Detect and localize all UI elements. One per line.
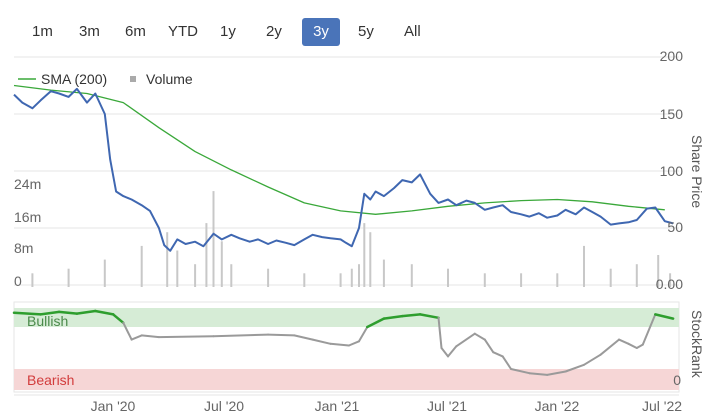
volume-bar <box>350 268 353 287</box>
volume-bar <box>410 264 413 287</box>
stockrank-segment <box>455 332 476 348</box>
stockrank-segment <box>212 333 270 338</box>
stockrank-segment <box>599 338 620 356</box>
volume-bar <box>303 273 306 287</box>
stockrank-segment <box>447 345 458 358</box>
legend[interactable]: SMA (200) Volume <box>18 71 193 87</box>
bullish-band <box>14 308 679 327</box>
price-tick-50: 50 <box>667 219 683 235</box>
volume-bar <box>230 264 233 287</box>
price-lines <box>13 84 674 252</box>
x-tick-jul-20: Jul '20 <box>204 398 244 414</box>
stockrank-segment <box>12 311 42 316</box>
stockrank-segment <box>627 342 638 349</box>
x-tick-jul-22: Jul '22 <box>642 398 682 414</box>
stockrank-segment <box>618 338 630 345</box>
volume-bar <box>339 273 342 287</box>
volume-bar <box>363 223 366 287</box>
x-tick-jan-22: Jan '22 <box>535 398 580 414</box>
volume-bar <box>205 223 208 287</box>
bullish-label: Bullish <box>27 313 68 329</box>
share-price-axis-title: Share Price <box>689 135 705 208</box>
stockrank-segment <box>483 338 495 354</box>
volume-bar <box>382 259 385 287</box>
volume-bar <box>267 268 270 287</box>
volume-bar <box>194 264 197 287</box>
stockrank-segment <box>157 335 215 339</box>
volume-tick-24m: 24m <box>14 176 41 192</box>
volume-tick-8m: 8m <box>14 240 33 256</box>
stockrank-tick-0: 0 <box>673 372 681 388</box>
sma-legend-label[interactable]: SMA (200) <box>41 71 107 87</box>
share-price-line <box>13 87 674 252</box>
volume-bar <box>103 259 106 287</box>
stockrank-segment <box>401 313 422 318</box>
volume-bar <box>358 264 360 287</box>
x-tick-jul-21: Jul '21 <box>427 398 467 414</box>
stockrank-segment <box>347 340 360 347</box>
volume-bar <box>140 245 143 287</box>
stockrank-segment <box>329 342 350 347</box>
stockrank-segment <box>130 334 143 341</box>
stockrank-segment <box>583 353 602 366</box>
volume-bar <box>447 268 449 287</box>
x-axis: Jan '20 Jul '20 Jan '21 Jul '21 Jan '22 … <box>14 394 682 414</box>
stockrank-segment <box>267 333 296 337</box>
volume-legend-square <box>130 76 136 82</box>
volume-bar <box>220 241 223 287</box>
price-grid <box>14 56 679 286</box>
volume-bar <box>483 273 486 287</box>
stockrank-axis-title: StockRank <box>689 310 705 379</box>
stockrank-segment <box>293 334 314 341</box>
stockrank-segment <box>311 338 332 345</box>
volume-bar <box>609 268 612 287</box>
volume-bar <box>31 273 34 287</box>
volume-bar <box>176 250 179 287</box>
stock-chart: SMA (200) Volume 200 150 100 50 0.00 24m… <box>12 48 705 414</box>
stockrank-segment <box>140 334 160 339</box>
stockrank-segment <box>501 355 512 370</box>
stockrank-segment <box>57 310 79 315</box>
volume-bar <box>369 232 372 287</box>
bearish-label: Bearish <box>27 372 74 388</box>
x-tick-jan-21: Jan '21 <box>315 398 360 414</box>
price-tick-200: 200 <box>660 48 684 64</box>
volume-bar <box>212 191 215 287</box>
price-tick-100: 100 <box>660 163 684 179</box>
volume-bar <box>583 245 585 287</box>
volume-bar <box>635 264 638 287</box>
price-tick-150: 150 <box>660 106 684 122</box>
bearish-band <box>14 369 679 390</box>
sma-line <box>13 84 665 215</box>
stockrank-segment <box>635 343 644 349</box>
x-tick-jan-20: Jan '20 <box>91 398 136 414</box>
price-tick-0: 0.00 <box>656 276 683 292</box>
stockrank-segment <box>473 332 486 341</box>
volume-bar <box>520 273 523 287</box>
volume-bar <box>67 268 70 287</box>
stockrank-segment <box>492 351 504 358</box>
volume-tick-16m: 16m <box>14 209 41 225</box>
volume-bar <box>166 232 169 287</box>
volume-tick-0: 0 <box>14 273 22 289</box>
volume-bar <box>556 273 559 287</box>
stockrank-segment <box>440 347 449 358</box>
stockrank-segment <box>358 326 369 343</box>
volume-legend-label[interactable]: Volume <box>146 71 193 87</box>
volume-bars <box>31 191 672 287</box>
